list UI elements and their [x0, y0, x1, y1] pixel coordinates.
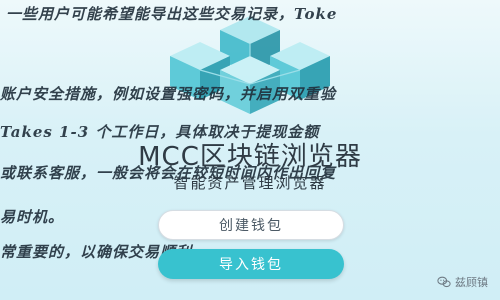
- watermark-text: 兹顾镇: [455, 276, 488, 289]
- watermark: 兹顾镇: [437, 274, 488, 290]
- wechat-icon: [437, 276, 451, 288]
- create-wallet-button[interactable]: 创建钱包: [158, 210, 344, 240]
- background-text-line: 一些用户可能希望能导出这些交易记录，Toke: [6, 5, 338, 23]
- app-title: MCC区块链浏览器: [138, 142, 362, 172]
- app-subtitle: 智能资产管理浏览器: [173, 174, 327, 192]
- create-wallet-label: 创建钱包: [219, 218, 283, 234]
- import-wallet-label: 导入钱包: [219, 257, 283, 273]
- background-text-line: 账户安全措施，例如设置强密码，并启用双重验: [0, 85, 337, 103]
- blockchain-cubes-illustration: [170, 16, 330, 114]
- import-wallet-button[interactable]: 导入钱包: [158, 249, 344, 279]
- hero-background: 一些用户可能希望能导出这些交易记录，Toke 账户安全措施，例如设置强密码，并启…: [0, 0, 500, 300]
